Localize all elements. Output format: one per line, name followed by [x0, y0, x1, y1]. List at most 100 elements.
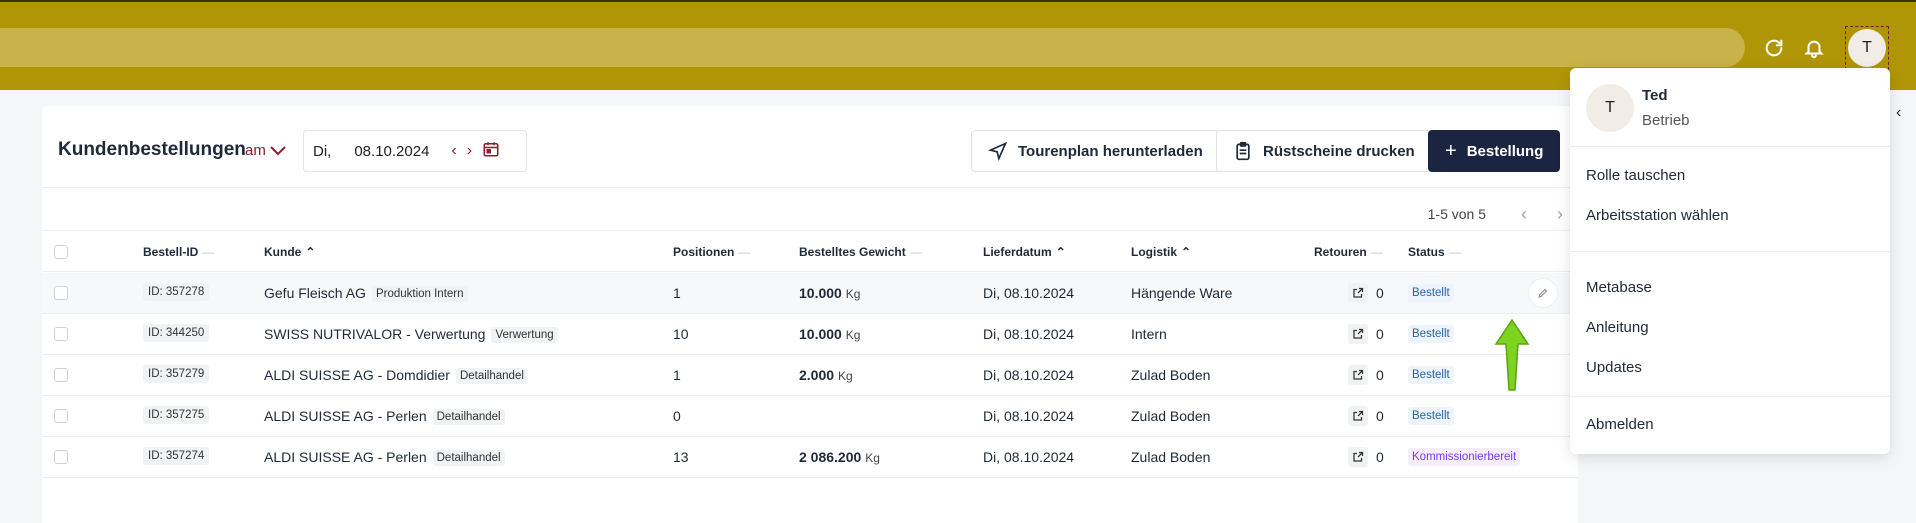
order-id: ID: 357274: [143, 447, 210, 465]
page-title: Kundenbestellungen: [58, 139, 246, 160]
returns[interactable]: 0: [1348, 365, 1384, 385]
customer-name: ALDI SUISSE AG - Perlen Detailhandel: [264, 408, 505, 425]
logistics: Zulad Boden: [1131, 408, 1211, 424]
order-id: ID: 357278: [143, 283, 210, 301]
delivery-date: Di, 08.10.2024: [983, 449, 1075, 465]
am-label: am: [245, 142, 266, 159]
pagination-count: 1-5 von 5: [1427, 206, 1486, 222]
customer-tag: Detailhandel: [432, 450, 505, 466]
user-avatar-button[interactable]: T: [1845, 26, 1889, 70]
returns[interactable]: 0: [1348, 406, 1384, 426]
external-link-icon[interactable]: [1348, 324, 1368, 344]
external-link-icon[interactable]: [1348, 406, 1368, 426]
table-row[interactable]: ID: 357275 ALDI SUISSE AG - Perlen Detail…: [42, 396, 1578, 437]
calendar-icon[interactable]: [482, 140, 500, 162]
collapse-sidebar-icon[interactable]: ‹: [1896, 104, 1901, 122]
customer-name: ALDI SUISSE AG - Domdidier Detailhandel: [264, 367, 528, 384]
positions: 10: [673, 326, 689, 342]
returns[interactable]: 0: [1348, 283, 1384, 303]
prev-day-icon[interactable]: ‹: [451, 142, 456, 160]
orders-card: Kundenbestellungen am Di, 08.10.2024 ‹ ›…: [42, 106, 1578, 523]
menu-item-switch-role[interactable]: Rolle tauschen: [1586, 167, 1685, 184]
column-bestell-id[interactable]: Bestell-ID —: [143, 245, 214, 259]
sort-asc-icon: ⌃: [1055, 245, 1066, 259]
date-weekday: Di,: [313, 142, 332, 160]
customer-name: Gefu Fleisch AG Produktion Intern: [264, 285, 468, 302]
column-gewicht[interactable]: Bestelltes Gewicht —: [799, 245, 922, 259]
logistics: Zulad Boden: [1131, 449, 1211, 465]
edit-button[interactable]: [1528, 278, 1558, 308]
prev-page-icon[interactable]: ‹: [1506, 204, 1542, 225]
select-all-checkbox[interactable]: [54, 245, 68, 259]
bell-icon[interactable]: [1799, 33, 1829, 63]
next-day-icon[interactable]: ›: [467, 142, 472, 160]
refresh-icon[interactable]: [1759, 33, 1789, 63]
positions: 13: [673, 449, 689, 465]
column-status[interactable]: Status —: [1408, 245, 1461, 259]
column-lieferdatum[interactable]: Lieferdatum ⌃: [983, 245, 1066, 259]
ordered-weight: 10.000 Kg: [799, 285, 861, 301]
date-picker[interactable]: Di, 08.10.2024 ‹ ›: [303, 130, 527, 172]
menu-item-metabase[interactable]: Metabase: [1586, 279, 1652, 296]
returns[interactable]: 0: [1348, 324, 1384, 344]
status-badge: Bestellt: [1408, 325, 1454, 343]
row-checkbox[interactable]: [54, 368, 68, 382]
ordered-weight: 10.000 Kg: [799, 326, 861, 342]
table-row[interactable]: ID: 357278 Gefu Fleisch AG Produktion Int…: [42, 273, 1578, 314]
sort-asc-icon: ⌃: [305, 245, 316, 259]
external-link-icon[interactable]: [1348, 283, 1368, 303]
toolbar: Kundenbestellungen am Di, 08.10.2024 ‹ ›…: [42, 106, 1578, 188]
row-checkbox[interactable]: [54, 450, 68, 464]
divider: [1570, 396, 1890, 397]
status-badge: Kommissionierbereit: [1408, 448, 1521, 466]
row-checkbox[interactable]: [54, 327, 68, 341]
customer-tag: Verwertung: [491, 327, 558, 343]
table-row[interactable]: ID: 357274 ALDI SUISSE AG - Perlen Detail…: [42, 437, 1578, 478]
avatar: T: [1586, 84, 1634, 132]
column-kunde[interactable]: Kunde ⌃: [264, 245, 315, 259]
delivery-date: Di, 08.10.2024: [983, 326, 1075, 342]
positions: 1: [673, 285, 681, 301]
download-tour-plan-label: Tourenplan herunterladen: [1018, 142, 1203, 160]
external-link-icon[interactable]: [1348, 447, 1368, 467]
print-ruestscheine-button[interactable]: Rüstscheine drucken: [1216, 130, 1432, 172]
table-row[interactable]: ID: 344250 SWISS NUTRIVALOR - Verwertung…: [42, 314, 1578, 355]
ordered-weight: 2 086.200 Kg: [799, 449, 880, 465]
customer-tag: Produktion Intern: [371, 286, 468, 302]
search-bar[interactable]: [0, 28, 1745, 67]
row-checkbox[interactable]: [54, 409, 68, 423]
menu-item-guide[interactable]: Anleitung: [1586, 319, 1649, 336]
menu-item-updates[interactable]: Updates: [1586, 359, 1642, 376]
date-value: 08.10.2024: [354, 142, 430, 160]
plus-icon: +: [1445, 139, 1457, 162]
avatar: T: [1848, 29, 1886, 67]
sort-asc-icon: ⌃: [1181, 245, 1192, 259]
customer-name: ALDI SUISSE AG - Perlen Detailhandel: [264, 449, 505, 466]
column-logistik[interactable]: Logistik ⌃: [1131, 245, 1191, 259]
column-positionen[interactable]: Positionen —: [673, 245, 750, 259]
menu-item-logout[interactable]: Abmelden: [1586, 416, 1654, 433]
pencil-icon: [1538, 288, 1548, 298]
chevron-down-icon: [270, 145, 286, 155]
positions: 0: [673, 408, 681, 424]
delivery-date: Di, 08.10.2024: [983, 367, 1075, 383]
customer-tag: Detailhandel: [432, 409, 505, 425]
external-link-icon[interactable]: [1348, 365, 1368, 385]
delivery-date: Di, 08.10.2024: [983, 285, 1075, 301]
download-tour-plan-button[interactable]: Tourenplan herunterladen: [971, 130, 1220, 172]
row-checkbox[interactable]: [54, 286, 68, 300]
status-badge: Bestellt: [1408, 407, 1454, 425]
ordered-weight: 2.000 Kg: [799, 367, 853, 383]
logistics: Intern: [1131, 326, 1167, 342]
menu-item-select-workstation[interactable]: Arbeitsstation wählen: [1586, 207, 1729, 224]
am-dropdown[interactable]: am: [245, 142, 286, 159]
returns[interactable]: 0: [1348, 447, 1384, 467]
new-order-button[interactable]: + Bestellung: [1428, 130, 1561, 172]
table-row[interactable]: ID: 357279 ALDI SUISSE AG - Domdidier Det…: [42, 355, 1578, 396]
green-arrow-annotation: [1494, 318, 1530, 391]
navigation-icon: [988, 141, 1008, 161]
column-retouren[interactable]: Retouren —: [1314, 245, 1383, 259]
print-ruestscheine-label: Rüstscheine drucken: [1263, 142, 1415, 160]
status-badge: Bestellt: [1408, 284, 1454, 302]
delivery-date: Di, 08.10.2024: [983, 408, 1075, 424]
